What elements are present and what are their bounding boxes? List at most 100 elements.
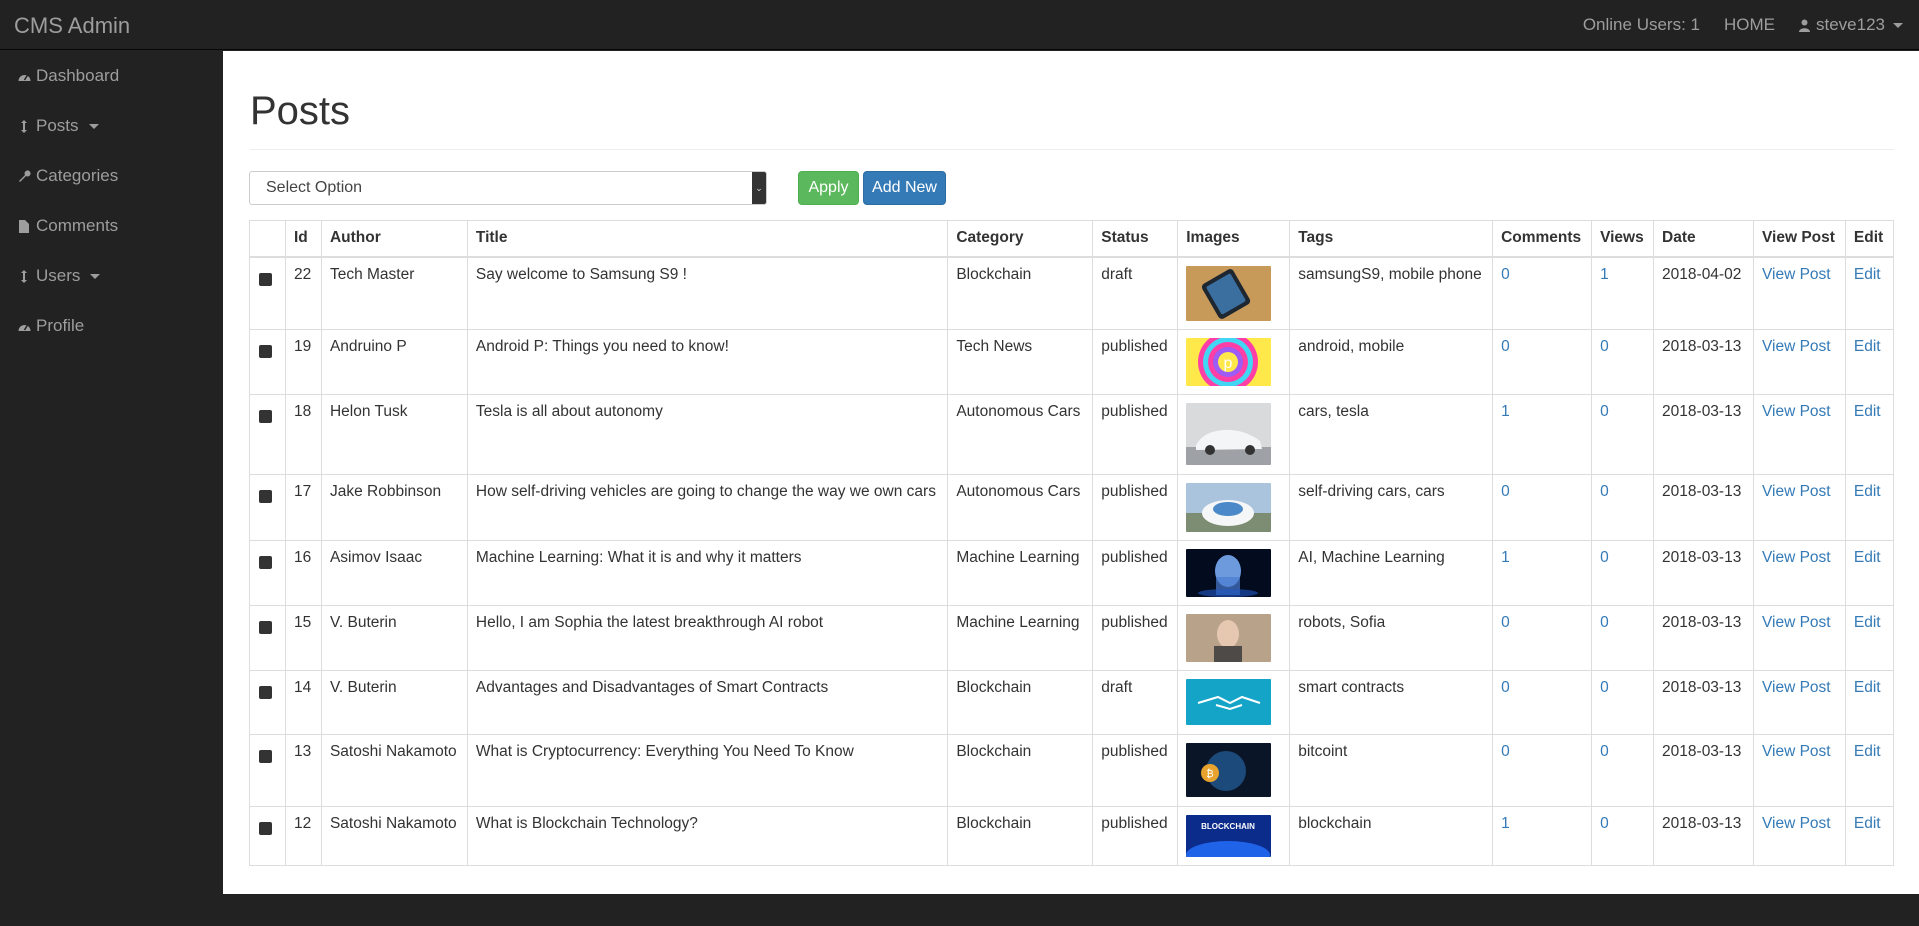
edit-link[interactable]: Edit [1854, 338, 1881, 355]
brand-title[interactable]: CMS Admin [14, 13, 130, 39]
sidebar-item-comments[interactable]: Comments [0, 201, 223, 251]
comments-count-link[interactable]: 1 [1501, 549, 1510, 566]
edit-link[interactable]: Edit [1854, 483, 1881, 500]
views-count-link[interactable]: 0 [1600, 549, 1609, 566]
comments-count-link[interactable]: 0 [1501, 338, 1510, 355]
row-checkbox[interactable] [259, 410, 272, 423]
comments-count-link[interactable]: 0 [1501, 743, 1510, 760]
row-checkbox[interactable] [259, 490, 272, 503]
post-author-cell: Asimov Isaac [320, 540, 468, 606]
post-category-cell: Blockchain [947, 806, 1094, 866]
views-count-link[interactable]: 0 [1600, 679, 1609, 696]
post-title-cell: Advantages and Disadvantages of Smart Co… [466, 670, 949, 735]
post-tags-cell: samsungS9, mobile phone [1289, 256, 1494, 330]
row-checkbox-cell [249, 540, 286, 606]
views-count-link[interactable]: 0 [1600, 483, 1609, 500]
view-post-link[interactable]: View Post [1762, 549, 1831, 566]
column-header: Title [466, 220, 949, 258]
user-menu[interactable]: steve123 [1799, 15, 1903, 35]
comments-count-link-cell: 0 [1492, 329, 1593, 395]
row-checkbox[interactable] [259, 822, 272, 835]
home-link[interactable]: HOME [1724, 15, 1775, 35]
view-post-link[interactable]: View Post [1762, 483, 1831, 500]
views-count-link[interactable]: 0 [1600, 338, 1609, 355]
comments-count-link[interactable]: 0 [1501, 614, 1510, 631]
arrows-v-icon [17, 119, 31, 133]
view-post-link[interactable]: View Post [1762, 743, 1831, 760]
comments-count-link-cell: 1 [1492, 806, 1593, 866]
row-checkbox[interactable] [259, 345, 272, 358]
comments-count-link[interactable]: 1 [1501, 815, 1510, 832]
edit-link[interactable]: Edit [1854, 403, 1881, 420]
views-count-link[interactable]: 0 [1600, 614, 1609, 631]
post-tags: self-driving cars, cars [1298, 483, 1445, 500]
post-author: Asimov Isaac [329, 549, 423, 566]
row-checkbox[interactable] [259, 750, 272, 763]
edit-link[interactable]: Edit [1854, 549, 1881, 566]
comments-count-link[interactable]: 1 [1501, 403, 1510, 420]
post-date: 2018-03-13 [1662, 338, 1742, 355]
views-count-link[interactable]: 0 [1600, 403, 1609, 420]
post-title-cell: What is Cryptocurrency: Everything You N… [466, 734, 949, 807]
view-post-link[interactable]: View Post [1762, 679, 1831, 696]
thumbnail-caption: BLOCKCHAIN [1201, 822, 1255, 831]
column-header: Edit [1844, 220, 1895, 258]
row-checkbox-cell [249, 605, 286, 671]
view-post-link[interactable]: View Post [1762, 614, 1831, 631]
post-author: Jake Robbinson [329, 483, 442, 500]
post-status-cell: published [1092, 329, 1179, 395]
view-post-link[interactable]: View Post [1762, 403, 1831, 420]
sidebar-item-users[interactable]: Users [0, 251, 223, 301]
post-title: Hello, I am Sophia the latest breakthrou… [475, 614, 824, 631]
edit-link[interactable]: Edit [1854, 614, 1881, 631]
row-checkbox[interactable] [259, 272, 272, 286]
views-count-link[interactable]: 0 [1600, 815, 1609, 832]
column-header: Date [1653, 220, 1754, 258]
views-count-link[interactable]: 0 [1600, 743, 1609, 760]
post-image-cell-cell: BLOCKCHAIN [1177, 806, 1291, 866]
post-status: draft [1101, 679, 1133, 696]
edit-link[interactable]: Edit [1854, 815, 1881, 832]
row-checkbox[interactable] [259, 621, 272, 634]
post-author-cell: Helon Tusk [320, 394, 468, 475]
sidebar-item-profile[interactable]: Profile [0, 301, 223, 351]
comments-count-link[interactable]: 0 [1501, 483, 1510, 500]
edit-link[interactable]: Edit [1854, 266, 1881, 283]
edit-link[interactable]: Edit [1854, 679, 1881, 696]
row-checkbox[interactable] [259, 686, 272, 699]
sidebar-item-dashboard[interactable]: Dashboard [0, 51, 223, 101]
comments-count-link[interactable]: 0 [1501, 679, 1510, 696]
post-status-cell: published [1092, 605, 1179, 671]
edit-link-cell: Edit [1844, 605, 1895, 671]
views-count-link[interactable]: 1 [1600, 266, 1609, 283]
edit-link[interactable]: Edit [1854, 743, 1881, 760]
column-header: Images [1177, 220, 1291, 258]
post-image-cell-cell: p [1177, 329, 1291, 395]
apply-button[interactable]: Apply [798, 171, 859, 205]
sidebar-item-label: Comments [36, 216, 119, 235]
post-title: Tesla is all about autonomy [475, 403, 663, 420]
comments-count-link[interactable]: 0 [1501, 266, 1510, 283]
post-title: Android P: Things you need to know! [475, 338, 729, 355]
post-category: Tech News [956, 338, 1033, 355]
row-checkbox[interactable] [259, 556, 272, 569]
post-status: published [1101, 815, 1168, 832]
post-tags: bitcoint [1298, 743, 1348, 760]
bulk-options-select[interactable]: Select Option ⌄ [249, 171, 767, 205]
view-post-link[interactable]: View Post [1762, 266, 1831, 283]
sidebar-item-posts[interactable]: Posts [0, 101, 223, 151]
sidebar-item-label: Posts [36, 116, 79, 135]
row-checkbox-cell [249, 734, 286, 807]
chevron-down-icon: ⌄ [752, 172, 766, 204]
view-post-link-cell: View Post [1752, 329, 1846, 395]
sidebar-item-categories[interactable]: Categories [0, 151, 223, 201]
edit-link-cell: Edit [1844, 670, 1895, 735]
post-status: published [1101, 403, 1168, 420]
view-post-link[interactable]: View Post [1762, 338, 1831, 355]
table-row: 17 Jake Robbinson How self-driving vehicle… [249, 474, 1895, 541]
view-post-link[interactable]: View Post [1762, 815, 1831, 832]
edit-link-cell: Edit [1844, 256, 1895, 330]
post-author: Tech Master [329, 265, 415, 283]
add-new-button[interactable]: Add New [863, 171, 946, 205]
post-status: published [1101, 483, 1168, 500]
